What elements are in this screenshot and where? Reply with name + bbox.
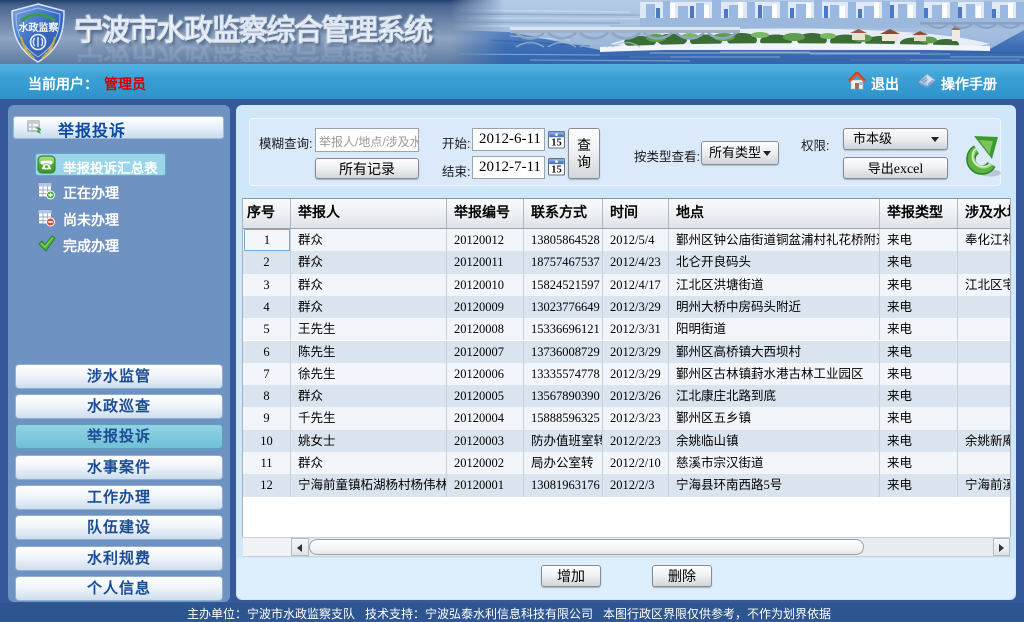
svg-text:15: 15 bbox=[551, 165, 562, 176]
svg-text:水政监察: 水政监察 bbox=[18, 21, 60, 34]
svg-text:15: 15 bbox=[551, 138, 562, 149]
